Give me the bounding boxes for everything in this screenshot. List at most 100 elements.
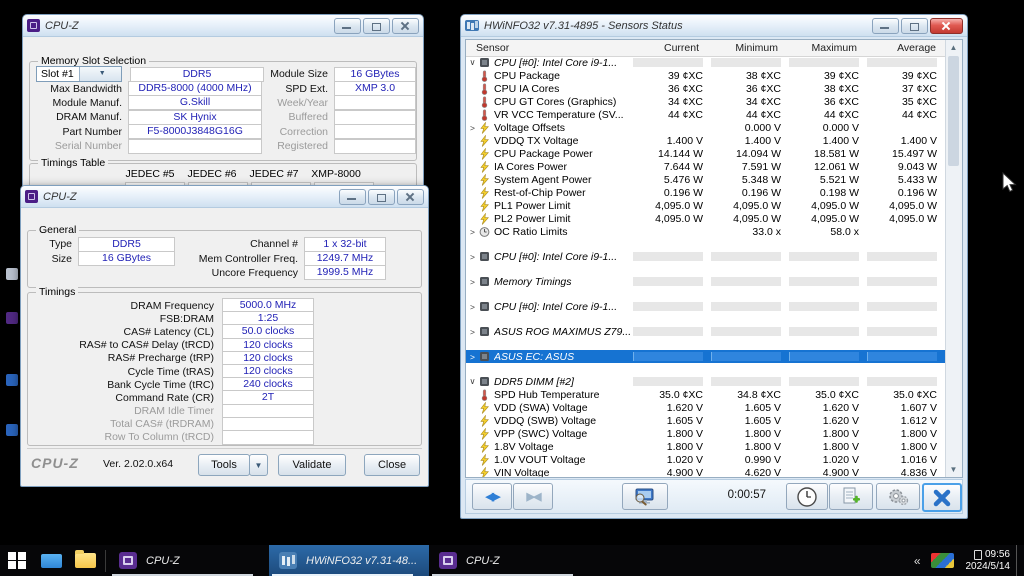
- sensor-maximum: 35.0 ¢XC: [815, 388, 859, 401]
- tray-expand-chevron[interactable]: «: [914, 554, 921, 568]
- sensor-row[interactable]: [466, 288, 946, 300]
- expand-chevron-icon[interactable]: [466, 302, 479, 312]
- desktop-icon[interactable]: [6, 424, 18, 436]
- sensor-row[interactable]: VR VCC Temperature (SV... 44 ¢XC 44 ¢XC …: [466, 108, 946, 121]
- expand-chevron-icon[interactable]: [466, 352, 479, 362]
- expand-chevron-icon[interactable]: [466, 227, 479, 237]
- expand-chevron-icon[interactable]: [466, 123, 479, 133]
- close-window-button[interactable]: Close: [364, 454, 420, 476]
- sensor-row[interactable]: Voltage Offsets 0.000 V 0.000 V: [466, 120, 946, 134]
- minimize-button[interactable]: [334, 17, 361, 34]
- sensor-row[interactable]: VPP (SWC) Voltage 1.800 V 1.800 V 1.800 …: [466, 426, 946, 440]
- expand-chevron-icon[interactable]: [466, 252, 479, 262]
- sensor-row[interactable]: CPU [#0]: Intel Core i9-1...: [466, 300, 946, 313]
- sensor-row[interactable]: PL1 Power Limit 4,095.0 W 4,095.0 W 4,09…: [466, 198, 946, 212]
- system-summary-button[interactable]: [622, 483, 668, 510]
- sensor-row[interactable]: CPU Package 39 ¢XC 38 ¢XC 39 ¢XC 39 ¢XC: [466, 69, 946, 82]
- sensor-row[interactable]: CPU IA Cores 36 ¢XC 36 ¢XC 38 ¢XC 37 ¢XC: [466, 82, 946, 95]
- column-current[interactable]: Current: [626, 42, 705, 54]
- start-button[interactable]: [0, 545, 34, 576]
- tools-dropdown-button[interactable]: [249, 454, 268, 476]
- report-button[interactable]: [829, 483, 873, 510]
- power-icon: [479, 120, 492, 134]
- expand-chevron-icon[interactable]: [466, 327, 479, 337]
- validate-button[interactable]: Validate: [278, 454, 346, 476]
- sensor-row[interactable]: [466, 263, 946, 275]
- sensor-average: [864, 352, 942, 361]
- scrollbar-thumb[interactable]: [948, 56, 959, 166]
- sensor-row[interactable]: ASUS ROG MAXIMUS Z79...: [466, 325, 946, 338]
- pinned-app-button[interactable]: [34, 545, 68, 576]
- taskbar-item[interactable]: CPU-Z: [429, 545, 589, 576]
- maximize-button[interactable]: [368, 188, 395, 205]
- sensor-row[interactable]: VDD (SWA) Voltage 1.620 V 1.605 V 1.620 …: [466, 400, 946, 414]
- scroll-down-icon[interactable]: [948, 464, 959, 475]
- field-row: Module Manuf. G.Skill: [36, 95, 268, 111]
- show-desktop-button[interactable]: [1016, 545, 1024, 576]
- sensor-row[interactable]: CPU [#0]: Intel Core i9-1...: [466, 250, 946, 263]
- sensor-row[interactable]: CPU Package Power 14.144 W 14.094 W 18.5…: [466, 146, 946, 160]
- sensor-row[interactable]: [466, 238, 946, 250]
- sensor-row[interactable]: [466, 313, 946, 325]
- gear-icon: [889, 488, 909, 505]
- sensor-row[interactable]: 1.0V VOUT Voltage 1.020 V 0.990 V 1.020 …: [466, 452, 946, 466]
- scrollbar[interactable]: [945, 40, 962, 477]
- expand-chevron-icon[interactable]: [466, 57, 479, 68]
- close-button[interactable]: [397, 188, 424, 205]
- desktop-icon[interactable]: [6, 374, 18, 386]
- close-button[interactable]: [392, 17, 419, 34]
- minimize-button[interactable]: [339, 188, 366, 205]
- sensor-row[interactable]: 1.8V Voltage 1.800 V 1.800 V 1.800 V 1.8…: [466, 439, 946, 453]
- sensor-row[interactable]: DDR5 DIMM [#2]: [466, 375, 946, 388]
- column-minimum[interactable]: Minimum: [705, 42, 784, 54]
- sensor-row[interactable]: System Agent Power 5.476 W 5.348 W 5.521…: [466, 172, 946, 186]
- sensor-row[interactable]: PL2 Power Limit 4,095.0 W 4,095.0 W 4,09…: [466, 211, 946, 225]
- clock-button[interactable]: [786, 483, 828, 510]
- sensor-row[interactable]: OC Ratio Limits 33.0 x 58.0 x: [466, 225, 946, 238]
- column-sensor[interactable]: Sensor: [466, 42, 626, 54]
- sensor-row[interactable]: Rest-of-Chip Power 0.196 W 0.196 W 0.198…: [466, 185, 946, 199]
- maximize-button[interactable]: [363, 17, 390, 34]
- sensor-maximum: 1.800 V: [822, 440, 859, 453]
- sensor-row[interactable]: [466, 338, 946, 350]
- chevron-down-icon[interactable]: [78, 67, 121, 82]
- sensor-row[interactable]: VDDQ TX Voltage 1.400 V 1.400 V 1.400 V …: [466, 133, 946, 147]
- sensor-row[interactable]: VDDQ (SWB) Voltage 1.605 V 1.605 V 1.620…: [466, 413, 946, 427]
- minimize-button[interactable]: [872, 17, 899, 34]
- sensor-row[interactable]: CPU [#0]: Intel Core i9-1...: [466, 56, 946, 69]
- field-row: Command Rate (CR) 2T: [28, 390, 421, 406]
- sensor-row[interactable]: Memory Timings: [466, 275, 946, 288]
- expand-chevron-icon[interactable]: [466, 376, 479, 387]
- cpuz-memory-titlebar[interactable]: CPU-Z: [21, 186, 428, 208]
- column-maximum[interactable]: Maximum: [784, 42, 863, 54]
- tray-app-icon[interactable]: [930, 553, 954, 568]
- hwinfo-titlebar[interactable]: HWiNFO32 v7.31-4895 - Sensors Status: [461, 15, 967, 37]
- close-sensors-button[interactable]: [922, 483, 962, 512]
- taskbar-clock[interactable]: 09:56 2024/5/14: [966, 549, 1011, 573]
- tools-button[interactable]: Tools: [198, 454, 250, 476]
- slot-select[interactable]: Slot #1: [36, 66, 122, 83]
- expand-chevron-icon[interactable]: [466, 277, 479, 287]
- desktop-icon[interactable]: [6, 268, 18, 280]
- sensor-row[interactable]: CPU GT Cores (Graphics) 34 ¢XC 34 ¢XC 36…: [466, 95, 946, 108]
- maximize-button[interactable]: [901, 17, 928, 34]
- desktop-icon[interactable]: [6, 312, 18, 324]
- taskbar-item[interactable]: CPU-Z: [109, 545, 269, 576]
- cpuz-spd-titlebar[interactable]: CPU-Z: [23, 15, 423, 37]
- sensor-row[interactable]: IA Cores Power 7.644 W 7.591 W 12.061 W …: [466, 159, 946, 173]
- sensor-row[interactable]: [466, 363, 946, 375]
- file-explorer-button[interactable]: [68, 545, 102, 576]
- sensor-list[interactable]: CPU [#0]: Intel Core i9-1... CPU Package…: [466, 56, 946, 477]
- taskbar-item[interactable]: HWiNFO32 v7.31-48...: [269, 545, 429, 576]
- sensor-row[interactable]: SPD Hub Temperature 35.0 ¢XC 34.8 ¢XC 35…: [466, 388, 946, 401]
- settings-button[interactable]: [876, 483, 920, 510]
- sensor-table-header[interactable]: Sensor Current Minimum Maximum Average: [466, 40, 962, 57]
- scroll-up-icon[interactable]: [948, 42, 959, 53]
- close-button[interactable]: [930, 17, 963, 34]
- field-label: DRAM Idle Timer: [134, 405, 214, 418]
- field-value: 1999.5 MHz: [304, 265, 386, 281]
- nav-arrows-button[interactable]: ◀▶: [472, 483, 512, 510]
- sensor-row[interactable]: ASUS EC: ASUS: [466, 350, 946, 363]
- column-average[interactable]: Average: [863, 42, 942, 54]
- sensor-row[interactable]: VIN Voltage 4.900 V 4.620 V 4.900 V 4.83…: [466, 465, 946, 477]
